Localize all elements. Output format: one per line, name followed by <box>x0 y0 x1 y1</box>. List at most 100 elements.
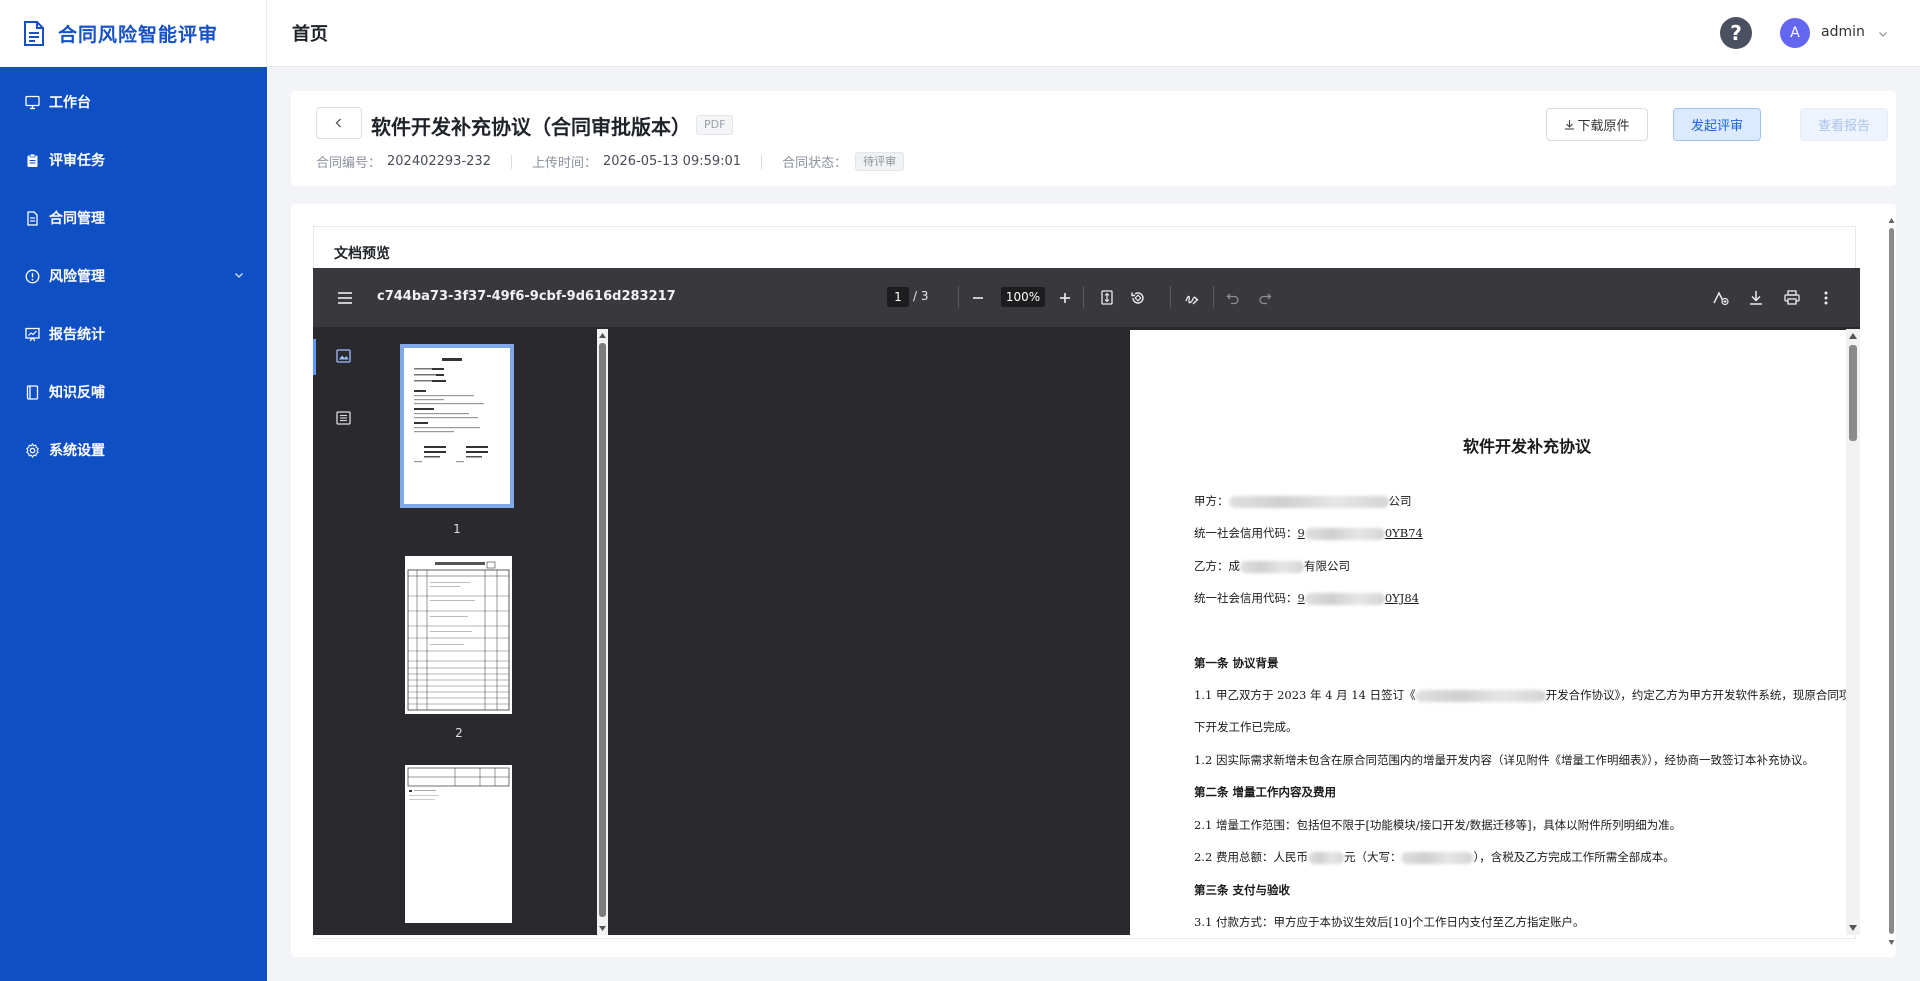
sidebar-menu: 工作台 评审任务 合同管理 风险管理 报告统计 知识反哺 系统设置 <box>0 67 267 479</box>
book-icon <box>24 384 40 400</box>
undo-icon[interactable] <box>1223 268 1243 327</box>
thumbnail-page[interactable] <box>400 344 514 508</box>
view-report-button[interactable]: 查看报告 <box>1800 108 1888 141</box>
paragraph-line: 1.2 因实际需求新增未包含在原合同范围内的增量开发内容（详见附件《增量工作明细… <box>1194 753 1814 767</box>
paragraph-line: 3.1 付款方式：甲方应于本协议生效后[10]个工作日内支付至乙方指定账户。 <box>1194 915 1585 929</box>
active-indicator <box>313 339 316 375</box>
party-a-suffix: 公司 <box>1388 494 1412 508</box>
chevron-down-icon[interactable] <box>233 269 245 281</box>
thumbnail-page-number: 2 <box>455 726 463 740</box>
add-annotation-icon[interactable] <box>1710 268 1730 327</box>
sidebar-item-contracts[interactable]: 合同管理 <box>0 189 267 247</box>
file-type-tag: PDF <box>696 115 734 135</box>
zoom-in-icon[interactable] <box>1055 268 1075 327</box>
page-number-input[interactable]: 1 <box>887 287 909 307</box>
draw-signature-icon[interactable] <box>1182 268 1202 327</box>
chevron-down-icon[interactable] <box>1877 28 1889 40</box>
paragraph-line: 1.1 甲乙双方于 2023 年 4 月 14 日签订《 开发合作协议》，约定乙方… <box>1194 687 1850 703</box>
download-original-button[interactable]: 下载原件 <box>1546 108 1648 141</box>
meta-divider <box>761 154 763 169</box>
sidebar-item-label: 工作台 <box>49 95 91 111</box>
scrollbar-thumb[interactable] <box>599 343 606 917</box>
paragraph-text: 元（大写： <box>1343 850 1402 864</box>
document-title: 软件开发补充协议 <box>1462 437 1591 456</box>
upload-time: 2026-05-13 09:59:01 <box>602 154 742 169</box>
party-b-start: 成 <box>1228 559 1241 573</box>
contract-number: 202402293-232 <box>387 154 491 169</box>
party-b-line: 乙方：成 有限公司 <box>1194 558 1350 574</box>
sidebar-item-label: 知识反哺 <box>49 385 105 401</box>
page-title: 首页 <box>292 24 328 45</box>
credit-code-b-line: 统一社会信用代码：9 0YJ84 <box>1194 590 1419 606</box>
meta-divider <box>510 154 512 169</box>
monitor-icon <box>24 94 40 110</box>
contract-title: 软件开发补充协议（合同审批版本） <box>371 115 691 139</box>
credit-code-start: 9 <box>1297 526 1305 540</box>
download-icon[interactable] <box>1746 268 1766 327</box>
sidebar-item-label: 合同管理 <box>49 211 105 227</box>
file-name: c744ba73-3f37-49f6-9cbf-9d616d283217 <box>377 289 676 304</box>
thumbnail-view-icon[interactable] <box>336 349 351 363</box>
zoom-level[interactable]: 100% <box>1001 287 1045 307</box>
redo-icon[interactable] <box>1255 268 1275 327</box>
sidebar-item-label: 风险管理 <box>49 269 105 285</box>
paragraph-text: 开发合作协议》，约定乙方为甲方开发软件系统，现原合同项 <box>1545 688 1851 702</box>
section-heading: 第三条 支付与验收 <box>1194 883 1291 897</box>
back-button[interactable] <box>316 107 362 139</box>
sidebar-item-workbench[interactable]: 工作台 <box>0 73 267 131</box>
sidebar-item-settings[interactable]: 系统设置 <box>0 421 267 479</box>
app-name: 合同风险智能评审 <box>58 24 219 46</box>
download-icon <box>1564 119 1575 130</box>
toolbar-divider <box>1170 286 1171 308</box>
more-options-icon[interactable] <box>1818 268 1834 327</box>
thumbnail-page-number: 1 <box>453 522 461 536</box>
sidebar: 合同风险智能评审 工作台 评审任务 合同管理 风险管理 报告统计 知识反哺 系统… <box>0 0 267 981</box>
redacted-text <box>1401 852 1474 864</box>
toolbar-divider <box>1213 286 1214 308</box>
rotate-icon[interactable] <box>1128 268 1148 327</box>
sidebar-item-knowledge[interactable]: 知识反哺 <box>0 363 267 421</box>
credit-code-label: 统一社会信用代码： <box>1194 526 1298 540</box>
paragraph-line: 下开发工作已完成。 <box>1194 720 1298 734</box>
sidebar-item-risk[interactable]: 风险管理 <box>0 247 267 305</box>
sidebar-item-review-tasks[interactable]: 评审任务 <box>0 131 267 189</box>
paragraph-line: 2.1 增量工作范围：包括但不限于[功能模块/接口开发/数据迁移等]，具体以附件… <box>1194 818 1682 832</box>
sidebar-item-label: 报告统计 <box>49 327 105 343</box>
brand[interactable]: 合同风险智能评审 <box>0 0 267 67</box>
scrollbar-thumb[interactable] <box>1849 345 1857 441</box>
print-icon[interactable] <box>1782 268 1802 327</box>
party-a-line: 甲方： 公司 <box>1194 493 1412 509</box>
section-heading: 第二条 增量工作内容及费用 <box>1194 785 1337 799</box>
redacted-text <box>1228 496 1389 508</box>
start-review-button[interactable]: 发起评审 <box>1673 108 1761 141</box>
toolbar-divider <box>958 286 959 308</box>
sidebar-item-reports[interactable]: 报告统计 <box>0 305 267 363</box>
section-heading: 第一条 协议背景 <box>1194 656 1279 670</box>
contract-status-label: 合同状态： <box>782 156 848 171</box>
sidebar-toggle-icon[interactable] <box>335 268 355 327</box>
outline-view-icon[interactable] <box>336 411 351 425</box>
contract-header-card: 软件开发补充协议（合同审批版本） PDF 合同编号： 202402293-232… <box>291 91 1896 186</box>
document-scrollbar[interactable] <box>1846 329 1860 935</box>
outer-scrollbar[interactable] <box>1887 214 1896 949</box>
viewer-side-rail <box>313 327 373 935</box>
help-icon[interactable]: ? <box>1720 17 1752 49</box>
credit-code-end: 0YJ84 <box>1384 591 1419 605</box>
thumbnail-scrollbar[interactable] <box>597 329 608 935</box>
contract-number-label: 合同编号： <box>316 156 382 171</box>
preview-title: 文档预览 <box>334 246 390 262</box>
avatar[interactable]: A <box>1780 18 1810 48</box>
status-badge: 待评审 <box>855 152 905 171</box>
alert-circle-icon <box>24 268 40 284</box>
chart-board-icon <box>24 326 40 342</box>
redacted-text <box>1304 593 1385 605</box>
chevron-left-icon <box>333 117 345 129</box>
document-logo-icon <box>22 20 46 47</box>
document-canvas: 软件开发补充协议 甲方： 公司 统一社会信用代码：9 0YB74 乙方：成 有限公司 … <box>610 327 1860 935</box>
zoom-out-icon[interactable] <box>968 268 988 327</box>
paragraph-text: ），含税及乙方完成工作所需全部成本。 <box>1473 850 1675 864</box>
username[interactable]: admin <box>1821 24 1865 40</box>
thumbnail-page[interactable] <box>405 556 512 714</box>
thumbnail-page[interactable] <box>405 765 512 923</box>
page-fit-icon[interactable] <box>1097 268 1117 327</box>
